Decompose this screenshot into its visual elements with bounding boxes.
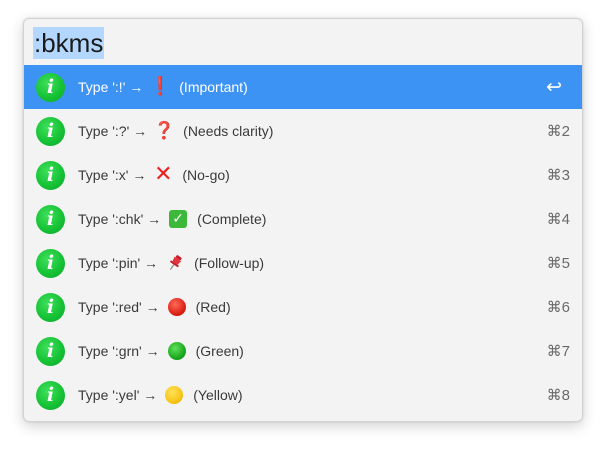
info-icon: i bbox=[36, 336, 65, 366]
result-row[interactable]: i Type ':?' → ❓ (Needs clarity) ⌘2 bbox=[24, 109, 582, 153]
info-icon: i bbox=[36, 160, 65, 190]
info-icon: i bbox=[36, 292, 65, 322]
result-prefix: Type ':grn' → bbox=[78, 343, 160, 359]
result-text: Type ':pin' → (Follow-up) bbox=[78, 253, 264, 273]
yellow-circle-icon bbox=[164, 385, 184, 405]
result-prefix: Type ':yel' → bbox=[78, 387, 158, 403]
result-label: (Needs clarity) bbox=[183, 123, 274, 139]
result-label: (Follow-up) bbox=[194, 255, 265, 271]
info-icon: i bbox=[36, 380, 65, 410]
result-row[interactable]: i Type ':red' → (Red) ⌘6 bbox=[24, 285, 582, 329]
result-label: (Yellow) bbox=[193, 387, 243, 403]
shortcut-label: ⌘2 bbox=[546, 123, 570, 140]
info-icon: i bbox=[36, 248, 65, 278]
result-text: Type ':x' → ✕ (No-go) bbox=[78, 162, 230, 187]
result-prefix: Type ':pin' → bbox=[78, 255, 159, 271]
query-bar[interactable]: :bkms bbox=[24, 19, 582, 65]
info-icon: i bbox=[36, 204, 65, 234]
info-icon: i bbox=[36, 72, 65, 102]
result-label: (Complete) bbox=[197, 211, 267, 227]
red-circle-icon bbox=[167, 297, 187, 317]
results-list: i Type ':!' → ❗ (Important) ↩ i Type ':?… bbox=[24, 65, 582, 417]
return-key-shortcut: ↩ bbox=[546, 76, 562, 98]
result-row[interactable]: i Type ':yel' → (Yellow) ⌘8 bbox=[24, 373, 582, 417]
result-label: (Red) bbox=[195, 299, 231, 315]
result-text: Type ':grn' → (Green) bbox=[78, 341, 244, 361]
shortcut-label: ⌘8 bbox=[546, 387, 570, 404]
green-circle-icon bbox=[167, 341, 187, 361]
shortcut-label: ⌘3 bbox=[546, 167, 570, 184]
launcher-window: :bkms i Type ':!' → ❗ (Important) ↩ i Ty… bbox=[23, 18, 583, 422]
query-input[interactable]: :bkms bbox=[33, 27, 105, 59]
info-icon: i bbox=[36, 116, 65, 146]
shortcut-label: ⌘7 bbox=[546, 343, 570, 360]
result-text: Type ':yel' → (Yellow) bbox=[78, 385, 243, 405]
shortcut-label: ⌘6 bbox=[546, 299, 570, 316]
shortcut-label: ⌘5 bbox=[546, 255, 570, 272]
result-label: (Important) bbox=[179, 79, 248, 95]
result-row[interactable]: i Type ':!' → ❗ (Important) ↩ bbox=[24, 65, 582, 109]
result-prefix: Type ':chk' → bbox=[78, 211, 162, 227]
result-row[interactable]: i Type ':x' → ✕ (No-go) ⌘3 bbox=[24, 153, 582, 197]
result-label: (No-go) bbox=[182, 167, 230, 183]
result-text: Type ':chk' → ✓ (Complete) bbox=[78, 209, 266, 229]
result-text: Type ':red' → (Red) bbox=[78, 297, 231, 317]
result-prefix: Type ':!' → bbox=[78, 79, 144, 95]
check-box-icon: ✓ bbox=[168, 209, 188, 229]
shortcut-label: ⌘4 bbox=[546, 211, 570, 228]
exclamation-icon: ❗ bbox=[149, 76, 172, 97]
result-prefix: Type ':?' → bbox=[78, 123, 148, 139]
result-text: Type ':!' → ❗ (Important) bbox=[78, 77, 248, 97]
result-prefix: Type ':red' → bbox=[78, 299, 160, 315]
result-row[interactable]: i Type ':chk' → ✓ (Complete) ⌘4 bbox=[24, 197, 582, 241]
pin-icon bbox=[165, 253, 185, 273]
question-icon: ❓ bbox=[153, 120, 175, 141]
result-text: Type ':?' → ❓ (Needs clarity) bbox=[78, 121, 273, 141]
result-label: (Green) bbox=[195, 343, 244, 359]
result-row[interactable]: i Type ':pin' → (Follow-up) ⌘5 bbox=[24, 241, 582, 285]
result-prefix: Type ':x' → bbox=[78, 167, 147, 183]
result-row[interactable]: i Type ':grn' → (Green) ⌘7 bbox=[24, 329, 582, 373]
cross-icon: ✕ bbox=[154, 162, 173, 187]
